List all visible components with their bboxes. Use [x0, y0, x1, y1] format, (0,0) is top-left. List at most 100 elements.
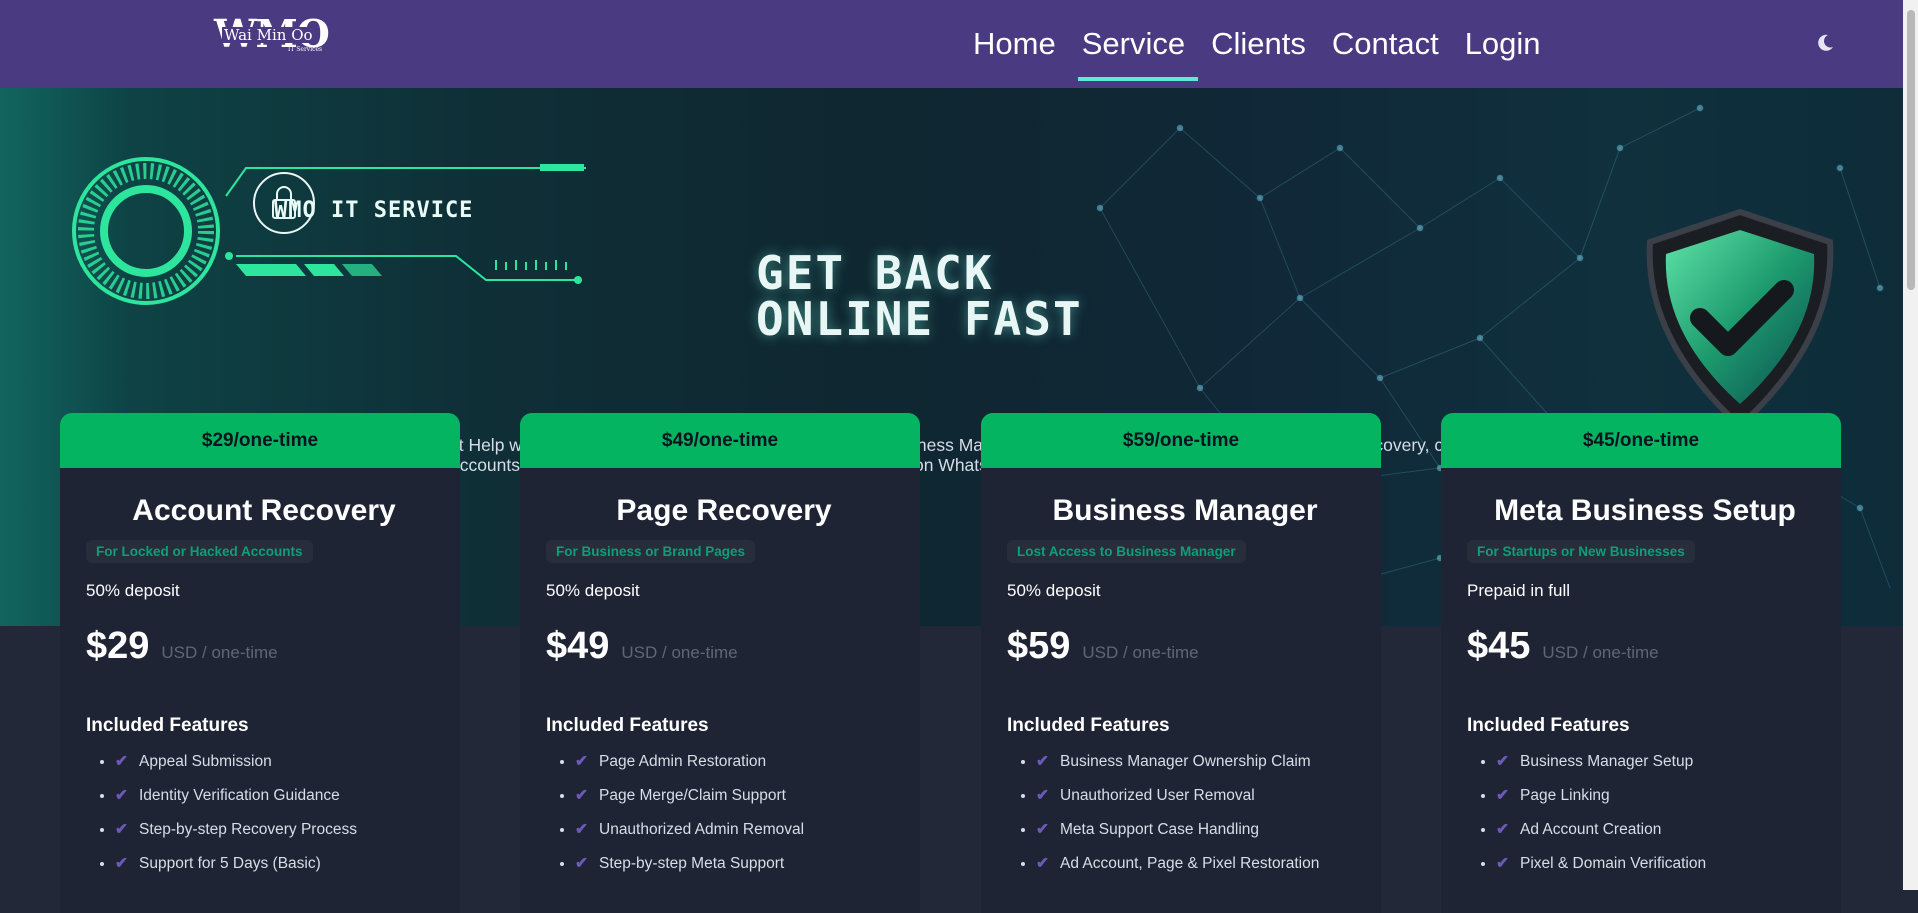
feature-label: Ad Account Creation: [1520, 821, 1662, 838]
card-title: Meta Business Setup: [1494, 494, 1796, 527]
headline-line-2: ONLINE FAST: [756, 292, 1083, 346]
card-title: Account Recovery: [132, 494, 396, 527]
feature-label: Support for 5 Days (Basic): [139, 855, 321, 872]
top-navbar: WMO Wai Min Oo IT Services Home Service …: [0, 0, 1903, 88]
feature-item: ✔ Business Manager Setup: [1496, 745, 1841, 779]
nav-home[interactable]: Home: [960, 0, 1069, 88]
feature-item: ✔ Identity Verification Guidance: [115, 779, 460, 813]
feature-label: Ad Account, Page & Pixel Restoration: [1060, 855, 1320, 872]
card-price-header: $59/one-time: [981, 413, 1381, 468]
card-price: $49 USD / one-time: [546, 625, 920, 668]
card-price-header: $49/one-time: [520, 413, 920, 468]
feature-item: ✔ Page Merge/Claim Support: [575, 779, 920, 813]
card-tag: Lost Access to Business Manager: [1007, 540, 1246, 563]
feature-item: ✔ Step-by-step Recovery Process: [115, 813, 460, 847]
card-deposit: 50% deposit: [86, 581, 180, 600]
nav-login[interactable]: Login: [1452, 0, 1554, 88]
check-icon: ✔: [1496, 821, 1509, 838]
feature-item: ✔ Pixel & Domain Verification: [1496, 847, 1841, 881]
card-deposit: 50% deposit: [546, 581, 640, 600]
check-icon: ✔: [575, 855, 588, 872]
check-icon: ✔: [1036, 821, 1049, 838]
card-price-header: $45/one-time: [1441, 413, 1841, 468]
price-value: $45: [1467, 625, 1531, 667]
check-icon: ✔: [575, 753, 588, 770]
check-icon: ✔: [1036, 855, 1049, 872]
price-value: $29: [86, 625, 150, 667]
price-value: $49: [546, 625, 610, 667]
feature-label: Page Merge/Claim Support: [599, 787, 786, 804]
feature-item: ✔ Page Linking: [1496, 779, 1841, 813]
feature-list: ✔ Business Manager Ownership Claim ✔ Unaut…: [1007, 745, 1381, 881]
feature-label: Business Manager Setup: [1520, 753, 1694, 770]
hud-graphic: [72, 157, 586, 305]
feature-list: ✔ Page Admin Restoration ✔ Page Merge/Clai…: [546, 745, 920, 881]
feature-list: ✔ Business Manager Setup ✔ Page Linking ✔ A…: [1467, 745, 1841, 881]
nav-contact[interactable]: Contact: [1319, 0, 1452, 88]
logo-tagline: IT Services: [288, 46, 323, 53]
page-scrollbar[interactable]: [1903, 0, 1918, 890]
shield-check-icon: [1646, 208, 1834, 430]
wmo-logo[interactable]: WMO Wai Min Oo IT Services: [210, 14, 334, 58]
feature-item: ✔ Business Manager Ownership Claim: [1036, 745, 1381, 779]
card-deposit: Prepaid in full: [1467, 581, 1571, 600]
feature-label: Page Admin Restoration: [599, 753, 767, 770]
check-icon: ✔: [1496, 855, 1509, 872]
check-icon: ✔: [115, 855, 128, 872]
card-deposit: 50% deposit: [1007, 581, 1101, 600]
check-icon: ✔: [575, 787, 588, 804]
nav-service[interactable]: Service: [1069, 0, 1199, 88]
features-title: Included Features: [86, 715, 249, 736]
feature-label: Step-by-step Meta Support: [599, 855, 785, 872]
feature-item: ✔ Ad Account Creation: [1496, 813, 1841, 847]
price-unit: USD / one-time: [1082, 643, 1199, 662]
feature-item: ✔ Page Admin Restoration: [575, 745, 920, 779]
feature-label: Step-by-step Recovery Process: [139, 821, 357, 838]
card-price: $29 USD / one-time: [86, 625, 460, 668]
price-value: $59: [1007, 625, 1071, 667]
feature-item: ✔ Appeal Submission: [115, 745, 460, 779]
feature-item: ✔ Unauthorized User Removal: [1036, 779, 1381, 813]
feature-item: ✔ Meta Support Case Handling: [1036, 813, 1381, 847]
features-title: Included Features: [546, 715, 709, 736]
feature-label: Page Linking: [1520, 787, 1610, 804]
nav-clients[interactable]: Clients: [1198, 0, 1319, 88]
feature-label: Unauthorized User Removal: [1060, 787, 1255, 804]
check-icon: ✔: [1496, 787, 1509, 804]
card-tag: For Startups or New Businesses: [1467, 540, 1695, 563]
card-price-header: $29/one-time: [60, 413, 460, 468]
logo-name: Wai Min Oo: [222, 26, 315, 44]
hud-brand-title: WMO IT SERVICE: [274, 198, 474, 223]
feature-item: ✔ Unauthorized Admin Removal: [575, 813, 920, 847]
feature-label: Appeal Submission: [139, 753, 272, 770]
pricing-card-account-recovery: $29/one-time Account Recovery For Locked…: [60, 413, 460, 913]
feature-item: ✔ Ad Account, Page & Pixel Restoration: [1036, 847, 1381, 881]
check-icon: ✔: [575, 821, 588, 838]
card-price: $45 USD / one-time: [1467, 625, 1841, 668]
feature-label: Business Manager Ownership Claim: [1060, 753, 1311, 770]
feature-label: Meta Support Case Handling: [1060, 821, 1260, 838]
price-unit: USD / one-time: [621, 643, 738, 662]
pricing-card-business-manager: $59/one-time Business Manager Lost Acces…: [981, 413, 1381, 913]
price-unit: USD / one-time: [1542, 643, 1659, 662]
card-title: Business Manager: [1052, 494, 1318, 527]
feature-label: Identity Verification Guidance: [139, 787, 340, 804]
price-unit: USD / one-time: [161, 643, 278, 662]
hero-headline: GET BACK ONLINE FAST: [756, 250, 1176, 342]
check-icon: ✔: [115, 821, 128, 838]
moon-icon[interactable]: [1815, 33, 1835, 53]
pricing-card-page-recovery: $49/one-time Page Recovery For Business …: [520, 413, 920, 913]
check-icon: ✔: [1036, 753, 1049, 770]
features-title: Included Features: [1007, 715, 1170, 736]
check-icon: ✔: [115, 787, 128, 804]
scrollbar-thumb[interactable]: [1907, 10, 1915, 290]
card-tag: For Business or Brand Pages: [546, 540, 756, 563]
feature-item: ✔ Step-by-step Meta Support: [575, 847, 920, 881]
nav-menu: Home Service Clients Contact Login: [960, 0, 1554, 88]
card-tag: For Locked or Hacked Accounts: [86, 540, 313, 563]
check-icon: ✔: [1496, 753, 1509, 770]
card-title: Page Recovery: [616, 494, 832, 527]
feature-label: Pixel & Domain Verification: [1520, 855, 1707, 872]
check-icon: ✔: [1036, 787, 1049, 804]
feature-list: ✔ Appeal Submission ✔ Identity Verificatio…: [86, 745, 460, 881]
